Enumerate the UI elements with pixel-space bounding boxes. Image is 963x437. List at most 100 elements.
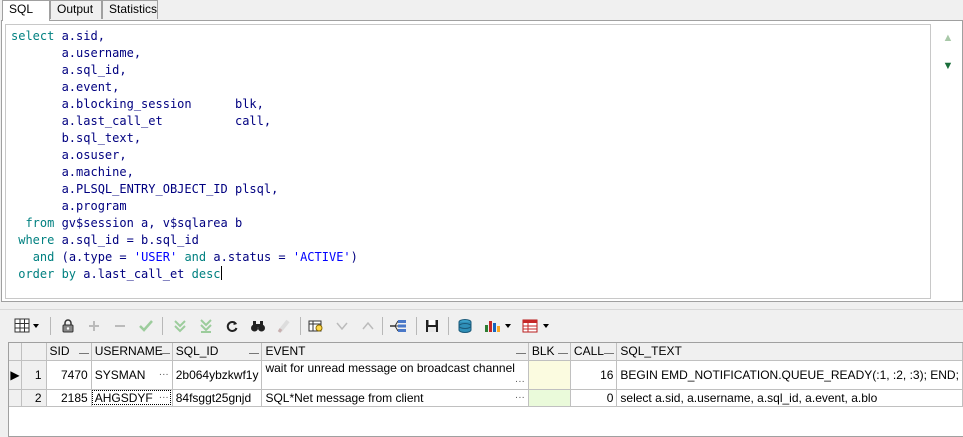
column-header-sql-text[interactable]: SQL_TEXT — [616, 343, 963, 361]
refresh-icon[interactable] — [222, 316, 242, 336]
arrow-down-icon[interactable]: ▼ — [942, 60, 954, 72]
code-token: a.machine, — [11, 165, 134, 179]
sql-editor[interactable]: select a.sid, a.username, a.sql_id, a.ev… — [5, 24, 931, 299]
post-changes-icon — [136, 316, 156, 336]
code-line[interactable]: from gv$session a, v$sqlarea b — [11, 215, 358, 232]
tab-output[interactable]: Output — [50, 0, 102, 19]
cell-editor-button[interactable]: ··· — [515, 391, 525, 405]
column-header-sid[interactable]: SID — [46, 343, 92, 361]
cell-call[interactable]: 0 — [570, 389, 618, 407]
code-token: a.sql_id = b.sql_id — [54, 233, 199, 247]
cell-editor-button[interactable]: ··· — [159, 391, 169, 405]
chart-icon[interactable] — [482, 316, 516, 336]
code-token: desc — [191, 267, 221, 281]
cell-sql-text[interactable]: select a.sid, a.username, a.sql_id, a.ev… — [616, 389, 963, 407]
code-token: a.PLSQL_ENTRY_OBJECT_ID plsql, — [11, 182, 279, 196]
code-line[interactable]: select a.sid, — [11, 28, 358, 45]
query-by-example-icon[interactable] — [306, 316, 326, 336]
code-line[interactable]: order by a.last_call_et desc — [11, 266, 358, 283]
sort-button[interactable] — [78, 350, 89, 354]
code-token: a.last_call_et call, — [11, 114, 272, 128]
table-row[interactable]: ▶ 1 7470 SYSMAN ··· 2b064ybzkwf1y wait fo… — [9, 360, 963, 390]
cell-username[interactable]: SYSMAN ··· — [91, 360, 173, 390]
row-indicator[interactable] — [9, 389, 23, 407]
code-line[interactable]: b.sql_text, — [11, 130, 358, 147]
tab-sql[interactable]: SQL — [2, 0, 50, 21]
code-token: select — [11, 29, 55, 43]
cell-call[interactable]: 16 — [570, 360, 618, 390]
code-line[interactable]: and (a.type = 'USER' and a.status = 'ACT… — [11, 249, 358, 266]
single-record-view-icon[interactable] — [388, 316, 408, 336]
code-line[interactable]: a.blocking_session blk, — [11, 96, 358, 113]
panel-splitter[interactable] — [0, 302, 963, 310]
code-line[interactable]: a.event, — [11, 79, 358, 96]
grid-layout-icon[interactable] — [12, 316, 42, 336]
column-header-blk[interactable]: BLK — [528, 343, 571, 361]
code-token: gv$session a, v$sqlarea b — [54, 216, 243, 230]
sort-button[interactable] — [159, 350, 170, 354]
code-token: b.sql_text, — [11, 131, 142, 145]
cell-sql-id[interactable]: 84fsggt25gnjd — [172, 389, 263, 407]
cell-sid[interactable]: 7470 — [46, 360, 92, 390]
sql-code[interactable]: select a.sid, a.username, a.sql_id, a.ev… — [11, 28, 358, 283]
column-header-username[interactable]: USERNAME — [91, 343, 173, 361]
sort-button[interactable] — [557, 350, 568, 354]
code-token: ) — [350, 250, 358, 264]
cell-blk[interactable] — [528, 360, 571, 390]
cell-editor-button[interactable]: ··· — [515, 375, 525, 389]
cell-sid[interactable]: 2185 — [46, 389, 92, 407]
toolbar-separator — [300, 317, 301, 335]
toolbar-separator — [448, 317, 449, 335]
tab-bar: SQL Output Statistics — [0, 0, 963, 21]
code-line[interactable]: a.username, — [11, 45, 358, 62]
column-header-sql-id[interactable]: SQL_ID — [172, 343, 263, 361]
cell-editor-button[interactable]: ··· — [159, 368, 169, 382]
sort-button[interactable] — [515, 350, 526, 354]
code-token: a.sid, — [54, 29, 105, 43]
arrow-up-icon[interactable]: ▲ — [942, 32, 954, 44]
code-token: 'USER' — [133, 250, 178, 264]
code-token: and — [184, 250, 207, 264]
add-record-icon — [84, 316, 104, 336]
cell-username[interactable]: AHGSDYF ··· — [91, 389, 173, 407]
tab-statistics[interactable]: Statistics — [102, 0, 158, 19]
find-binoculars-icon[interactable] — [248, 316, 268, 336]
report-table-icon[interactable] — [520, 316, 554, 336]
table-row[interactable]: 2 2185 AHGSDYF ··· 84fsggt25gnjd SQL*Net … — [9, 389, 963, 407]
code-line[interactable]: a.osuser, — [11, 147, 358, 164]
column-header-event[interactable]: EVENT — [261, 343, 529, 361]
row-number[interactable]: 1 — [21, 360, 47, 390]
code-token: a.status = — [206, 250, 293, 264]
toolbar-separator — [162, 317, 163, 335]
export-database-icon[interactable] — [456, 316, 476, 336]
save-icon[interactable] — [422, 316, 442, 336]
code-token: where — [18, 233, 55, 247]
editor-panel: select a.sid, a.username, a.sql_id, a.ev… — [1, 20, 963, 302]
row-number[interactable]: 2 — [21, 389, 47, 407]
result-grid[interactable]: SID USERNAME SQL_ID EVENT BLK CALL SQL_T… — [8, 342, 963, 437]
cell-event[interactable]: wait for unread message on broadcast cha… — [261, 360, 529, 390]
cell-blk[interactable] — [528, 389, 571, 407]
sort-button[interactable] — [604, 350, 615, 354]
cell-sql-text[interactable]: BEGIN EMD_NOTIFICATION.QUEUE_READY(:1, :… — [616, 360, 963, 390]
code-line[interactable]: a.sql_id, — [11, 62, 358, 79]
code-line[interactable]: where a.sql_id = b.sql_id — [11, 232, 358, 249]
cell-event[interactable]: SQL*Net message from client ··· — [261, 389, 529, 407]
code-line[interactable]: a.program — [11, 198, 358, 215]
grid-header-row: SID USERNAME SQL_ID EVENT BLK CALL SQL_T… — [9, 343, 963, 361]
cell-sql-id[interactable]: 2b064ybzkwf1y — [172, 360, 263, 390]
current-row-indicator-icon[interactable]: ▶ — [9, 360, 23, 390]
code-line[interactable]: a.last_call_et call, — [11, 113, 358, 130]
code-line[interactable]: a.machine, — [11, 164, 358, 181]
sort-ascending-icon — [358, 316, 378, 336]
clear-filter-icon — [274, 316, 294, 336]
code-token: a.program — [11, 199, 127, 213]
lock-icon[interactable] — [58, 316, 78, 336]
sort-button[interactable] — [249, 350, 260, 354]
column-header-call[interactable]: CALL — [570, 343, 618, 361]
fetch-next-icon — [170, 316, 190, 336]
code-line[interactable]: a.PLSQL_ENTRY_OBJECT_ID plsql, — [11, 181, 358, 198]
code-token: a.osuser, — [11, 148, 127, 162]
